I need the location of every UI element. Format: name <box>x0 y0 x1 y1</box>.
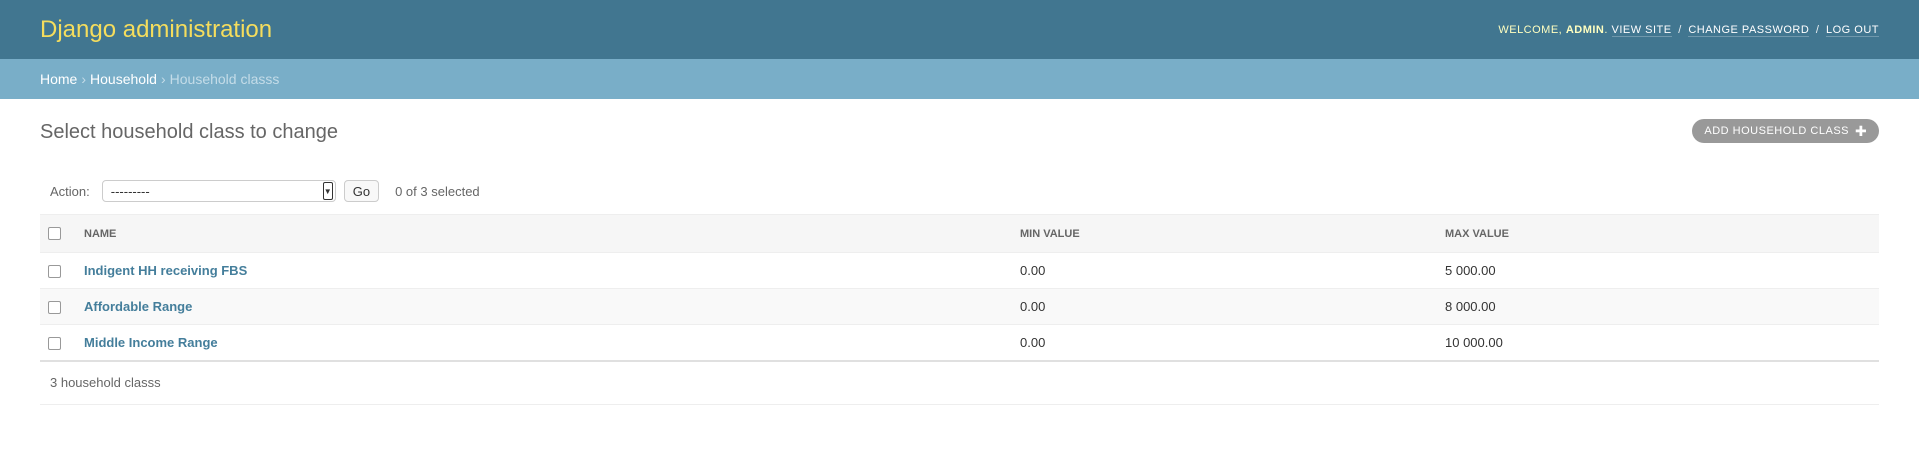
max-value-cell: 5 000.00 <box>1437 252 1879 289</box>
separator: / <box>1815 23 1820 36</box>
table-row: Middle Income Range 0.00 10 000.00 <box>40 324 1879 362</box>
row-checkbox[interactable] <box>48 265 61 279</box>
main-content: Select household class to change Add hou… <box>0 99 1919 425</box>
min-value-cell: 0.00 <box>1012 288 1437 325</box>
header: Django administration Welcome, admin. Vi… <box>0 0 1919 59</box>
row-checkbox-cell <box>40 288 76 325</box>
change-password-link[interactable]: Change password <box>1688 23 1810 37</box>
username: admin <box>1565 23 1605 36</box>
row-name-link[interactable]: Indigent HH receiving FBS <box>84 263 247 278</box>
breadcrumb-separator: › <box>160 71 166 87</box>
name-cell: Middle Income Range <box>76 324 1012 362</box>
select-all-checkbox[interactable] <box>48 227 61 240</box>
table-header-row: Name Min value Max value <box>40 214 1879 253</box>
paginator: 3 household classs <box>40 362 1879 405</box>
table-row: Indigent HH receiving FBS 0.00 5 000.00 <box>40 252 1879 289</box>
max-value-cell: 10 000.00 <box>1437 324 1879 362</box>
row-checkbox-cell <box>40 252 76 289</box>
row-checkbox[interactable] <box>48 336 61 350</box>
action-select[interactable]: --------- ▼ <box>101 180 336 202</box>
column-header-max-value[interactable]: Max value <box>1437 214 1879 253</box>
breadcrumb-current: Household classs <box>169 71 280 87</box>
site-branding[interactable]: Django administration <box>40 16 272 44</box>
min-value-cell: 0.00 <box>1012 324 1437 362</box>
breadcrumb-home[interactable]: Home <box>40 71 77 87</box>
result-table: Name Min value Max value Indigent HH rec… <box>40 214 1879 362</box>
chevron-down-icon: ▼ <box>322 182 333 200</box>
welcome-text: Welcome, <box>1498 23 1563 36</box>
breadcrumb-separator: › <box>81 71 87 87</box>
table-row: Affordable Range 0.00 8 000.00 <box>40 288 1879 325</box>
page-title: Select household class to change <box>40 121 338 143</box>
row-name-link[interactable]: Middle Income Range <box>84 335 218 350</box>
min-value-cell: 0.00 <box>1012 252 1437 289</box>
name-cell: Affordable Range <box>76 288 1012 325</box>
log-out-link[interactable]: Log out <box>1825 23 1879 37</box>
go-button[interactable]: Go <box>343 180 380 202</box>
max-value-cell: 8 000.00 <box>1437 288 1879 325</box>
column-header-min-value[interactable]: Min value <box>1012 214 1437 253</box>
view-site-link[interactable]: View site <box>1611 23 1672 37</box>
name-cell: Indigent HH receiving FBS <box>76 252 1012 289</box>
breadcrumb: Home › Household › Household classs <box>0 59 1919 99</box>
row-checkbox-cell <box>40 324 76 362</box>
action-label: Action: <box>50 183 90 199</box>
plus-icon: ✚ <box>1855 123 1868 139</box>
add-household-class-button[interactable]: Add household class ✚ <box>1692 119 1879 143</box>
selection-counter: 0 of 3 selected <box>395 183 480 199</box>
actions-bar: Action: --------- ▼ Go 0 of 3 selected <box>40 180 1879 202</box>
user-tools: Welcome, admin. View site / Change passw… <box>1498 23 1879 37</box>
row-name-link[interactable]: Affordable Range <box>84 299 192 314</box>
separator: / <box>1678 23 1682 36</box>
column-header-name[interactable]: Name <box>76 214 1012 253</box>
select-all-cell <box>40 214 76 253</box>
add-button-label: Add household class <box>1704 125 1849 137</box>
breadcrumb-app[interactable]: Household <box>90 71 157 87</box>
action-select-value: --------- <box>110 183 150 199</box>
row-checkbox[interactable] <box>48 301 61 315</box>
